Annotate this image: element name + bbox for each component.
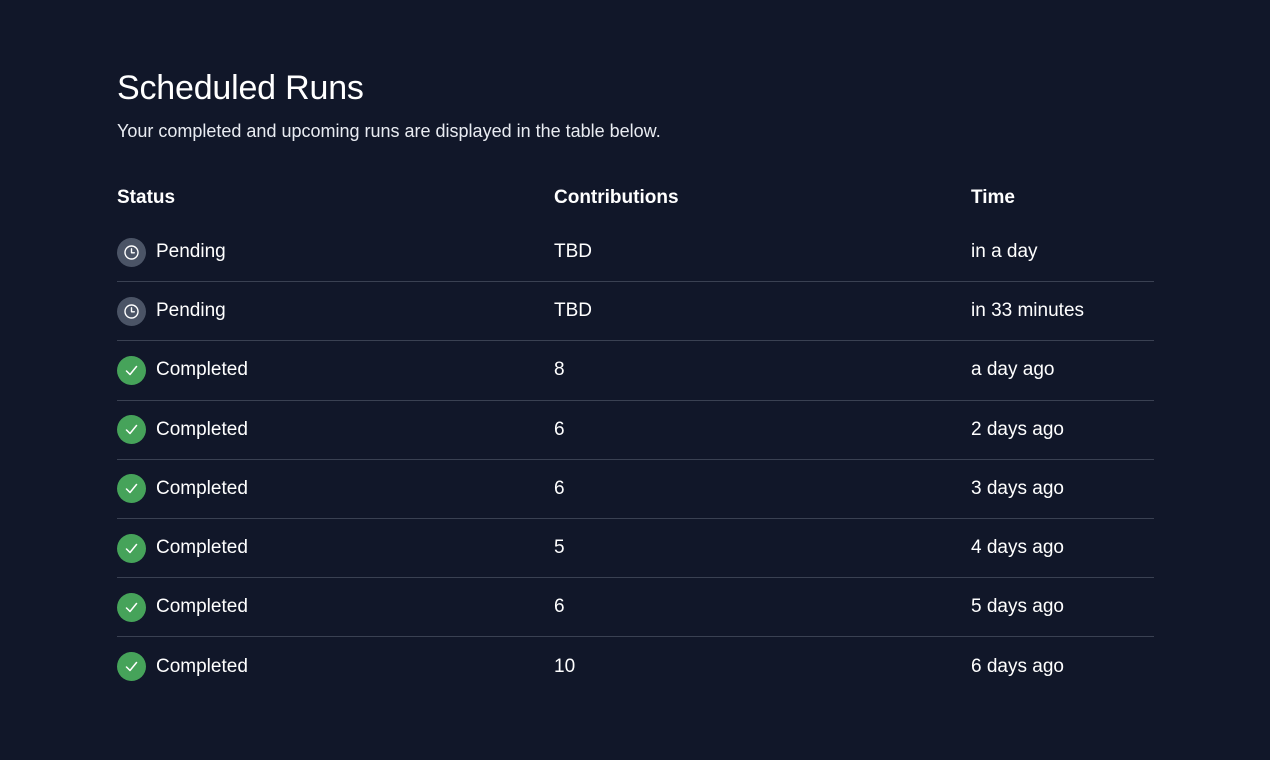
time-cell: in a day bbox=[971, 241, 1038, 263]
table-row: Completed 6 5 days ago bbox=[117, 578, 1154, 638]
table-row: Completed 6 2 days ago bbox=[117, 401, 1154, 460]
status-label: Completed bbox=[156, 537, 248, 559]
status-label: Completed bbox=[156, 359, 248, 381]
table-row: Completed 5 4 days ago bbox=[117, 519, 1154, 579]
contributions-cell: 10 bbox=[554, 655, 576, 677]
runs-table: Status Contributions Time Pending TBD in… bbox=[117, 187, 1154, 697]
contributions-cell: 8 bbox=[554, 359, 565, 381]
time-cell: 4 days ago bbox=[971, 537, 1064, 559]
table-row: Completed 6 3 days ago bbox=[117, 460, 1154, 519]
status-cell: Completed bbox=[117, 592, 248, 622]
check-icon bbox=[117, 474, 146, 504]
check-icon bbox=[117, 592, 146, 622]
status-cell: Completed bbox=[117, 474, 248, 504]
table-header-row: Status Contributions Time bbox=[117, 187, 1154, 223]
contributions-cell: TBD bbox=[554, 300, 592, 322]
page-subtitle: Your completed and upcoming runs are dis… bbox=[117, 121, 661, 141]
status-cell: Completed bbox=[117, 355, 248, 385]
status-label: Completed bbox=[156, 655, 248, 677]
table-row: Completed 10 6 days ago bbox=[117, 637, 1154, 696]
header-status: Status bbox=[117, 187, 176, 208]
contributions-cell: 6 bbox=[554, 596, 565, 618]
clock-icon bbox=[117, 237, 146, 267]
status-cell: Pending bbox=[117, 296, 226, 326]
contributions-cell: 6 bbox=[554, 477, 565, 499]
time-cell: 2 days ago bbox=[971, 418, 1064, 440]
status-label: Completed bbox=[156, 418, 248, 440]
table-row: Pending TBD in a day bbox=[117, 223, 1154, 283]
status-label: Completed bbox=[156, 477, 248, 499]
clock-icon bbox=[117, 296, 146, 326]
status-label: Pending bbox=[156, 241, 226, 263]
table-row: Pending TBD in 33 minutes bbox=[117, 282, 1154, 342]
contributions-cell: 6 bbox=[554, 418, 565, 440]
status-label: Completed bbox=[156, 596, 248, 618]
time-cell: 3 days ago bbox=[971, 477, 1064, 499]
scheduled-runs-panel: Scheduled Runs Your completed and upcomi… bbox=[117, 66, 1154, 697]
table-row: Completed 8 a day ago bbox=[117, 341, 1154, 401]
status-label: Pending bbox=[156, 300, 226, 322]
header-contributions: Contributions bbox=[554, 187, 679, 208]
check-icon bbox=[117, 533, 146, 563]
check-icon bbox=[117, 415, 146, 445]
status-cell: Completed bbox=[117, 415, 248, 445]
contributions-cell: TBD bbox=[554, 241, 592, 263]
status-cell: Completed bbox=[117, 652, 248, 682]
check-icon bbox=[117, 652, 146, 682]
time-cell: in 33 minutes bbox=[971, 300, 1085, 322]
page-title: Scheduled Runs bbox=[117, 69, 364, 107]
time-cell: 5 days ago bbox=[971, 596, 1064, 618]
header-time: Time bbox=[971, 187, 1016, 208]
time-cell: 6 days ago bbox=[971, 655, 1064, 677]
status-cell: Completed bbox=[117, 533, 248, 563]
time-cell: a day ago bbox=[971, 359, 1055, 381]
status-cell: Pending bbox=[117, 237, 226, 267]
check-icon bbox=[117, 355, 146, 385]
contributions-cell: 5 bbox=[554, 537, 565, 559]
